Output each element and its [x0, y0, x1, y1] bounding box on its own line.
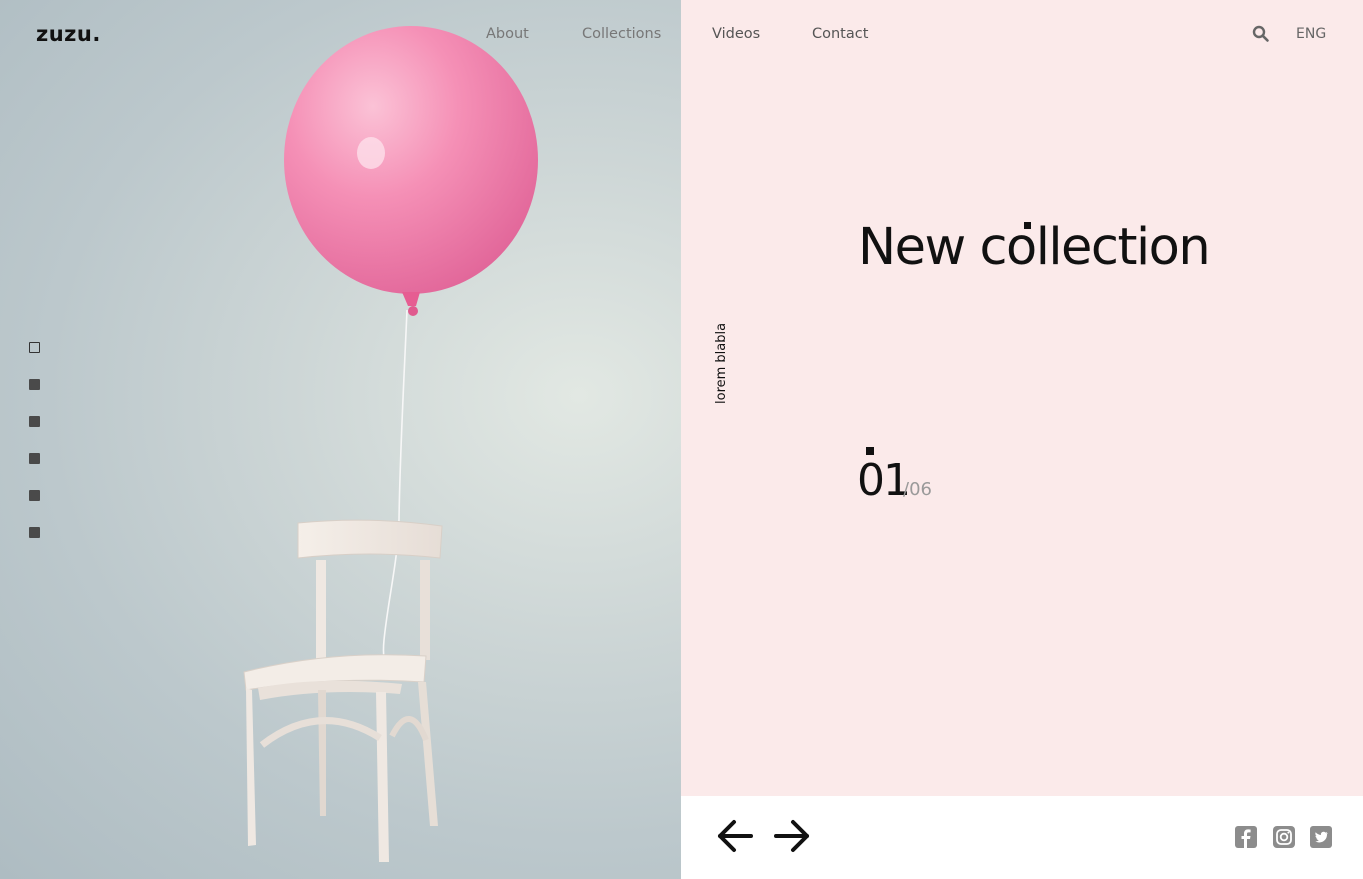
slide-indicator-5[interactable]	[29, 490, 40, 501]
facebook-icon[interactable]	[1235, 826, 1257, 848]
slide-indicator-3[interactable]	[29, 416, 40, 427]
language-selector[interactable]: ENG	[1296, 26, 1326, 42]
slide-indicator-4[interactable]	[29, 453, 40, 464]
search-icon[interactable]	[1252, 25, 1270, 43]
slide-headline: New collection	[858, 218, 1211, 277]
hero-photo	[0, 0, 681, 879]
content-panel	[681, 0, 1363, 796]
slide-indicator-6[interactable]	[29, 527, 40, 538]
nav-contact[interactable]: Contact	[812, 26, 868, 42]
side-label: lorem blabla	[714, 322, 729, 404]
slide-indicator-1[interactable]	[29, 342, 40, 353]
slide-indicator-2[interactable]	[29, 379, 40, 390]
balloon-chair-image	[243, 26, 538, 862]
logo[interactable]: zuzu.	[36, 22, 101, 46]
nav-about[interactable]: About	[486, 26, 529, 42]
slide-indicators	[29, 342, 40, 564]
slide-counter-current: 01	[857, 455, 911, 506]
arrow-right-icon[interactable]	[773, 818, 811, 854]
headline-accent-mark	[1024, 222, 1031, 229]
slide-counter-total: /06	[903, 479, 932, 500]
nav-videos[interactable]: Videos	[712, 26, 760, 42]
instagram-icon[interactable]	[1273, 826, 1295, 848]
nav-collections[interactable]: Collections	[582, 26, 661, 42]
counter-accent-mark	[866, 447, 874, 455]
twitter-icon[interactable]	[1310, 826, 1332, 848]
arrow-left-icon[interactable]	[716, 818, 754, 854]
